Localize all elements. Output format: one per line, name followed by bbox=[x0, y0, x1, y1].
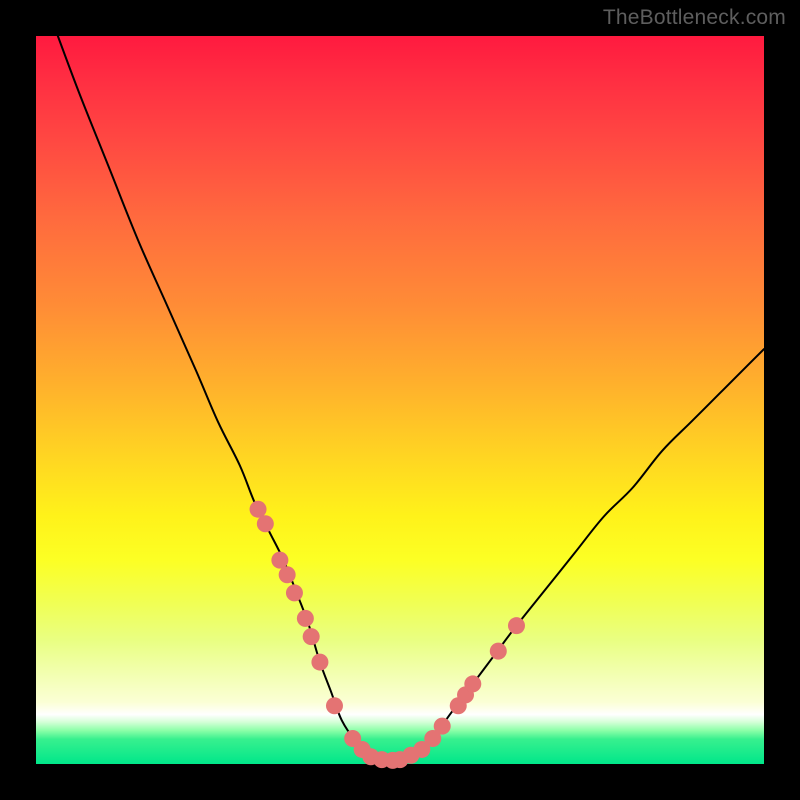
curve-marker bbox=[490, 643, 507, 660]
curve-marker bbox=[286, 584, 303, 601]
curve-marker bbox=[303, 628, 320, 645]
plot-area bbox=[36, 36, 764, 764]
watermark-label: TheBottleneck.com bbox=[603, 6, 786, 30]
curve-marker bbox=[326, 697, 343, 714]
curve-marker bbox=[311, 654, 328, 671]
curve-marker bbox=[297, 610, 314, 627]
curve-marker bbox=[271, 552, 288, 569]
curve-svg bbox=[36, 36, 764, 764]
curve-marker bbox=[464, 675, 481, 692]
curve-marker bbox=[250, 501, 267, 518]
curve-marker bbox=[257, 515, 274, 532]
curve-marker bbox=[434, 718, 451, 735]
bottleneck-curve bbox=[58, 36, 764, 760]
curve-marker bbox=[279, 566, 296, 583]
chart-stage: TheBottleneck.com bbox=[0, 0, 800, 800]
curve-markers bbox=[250, 501, 525, 769]
curve-marker bbox=[508, 617, 525, 634]
